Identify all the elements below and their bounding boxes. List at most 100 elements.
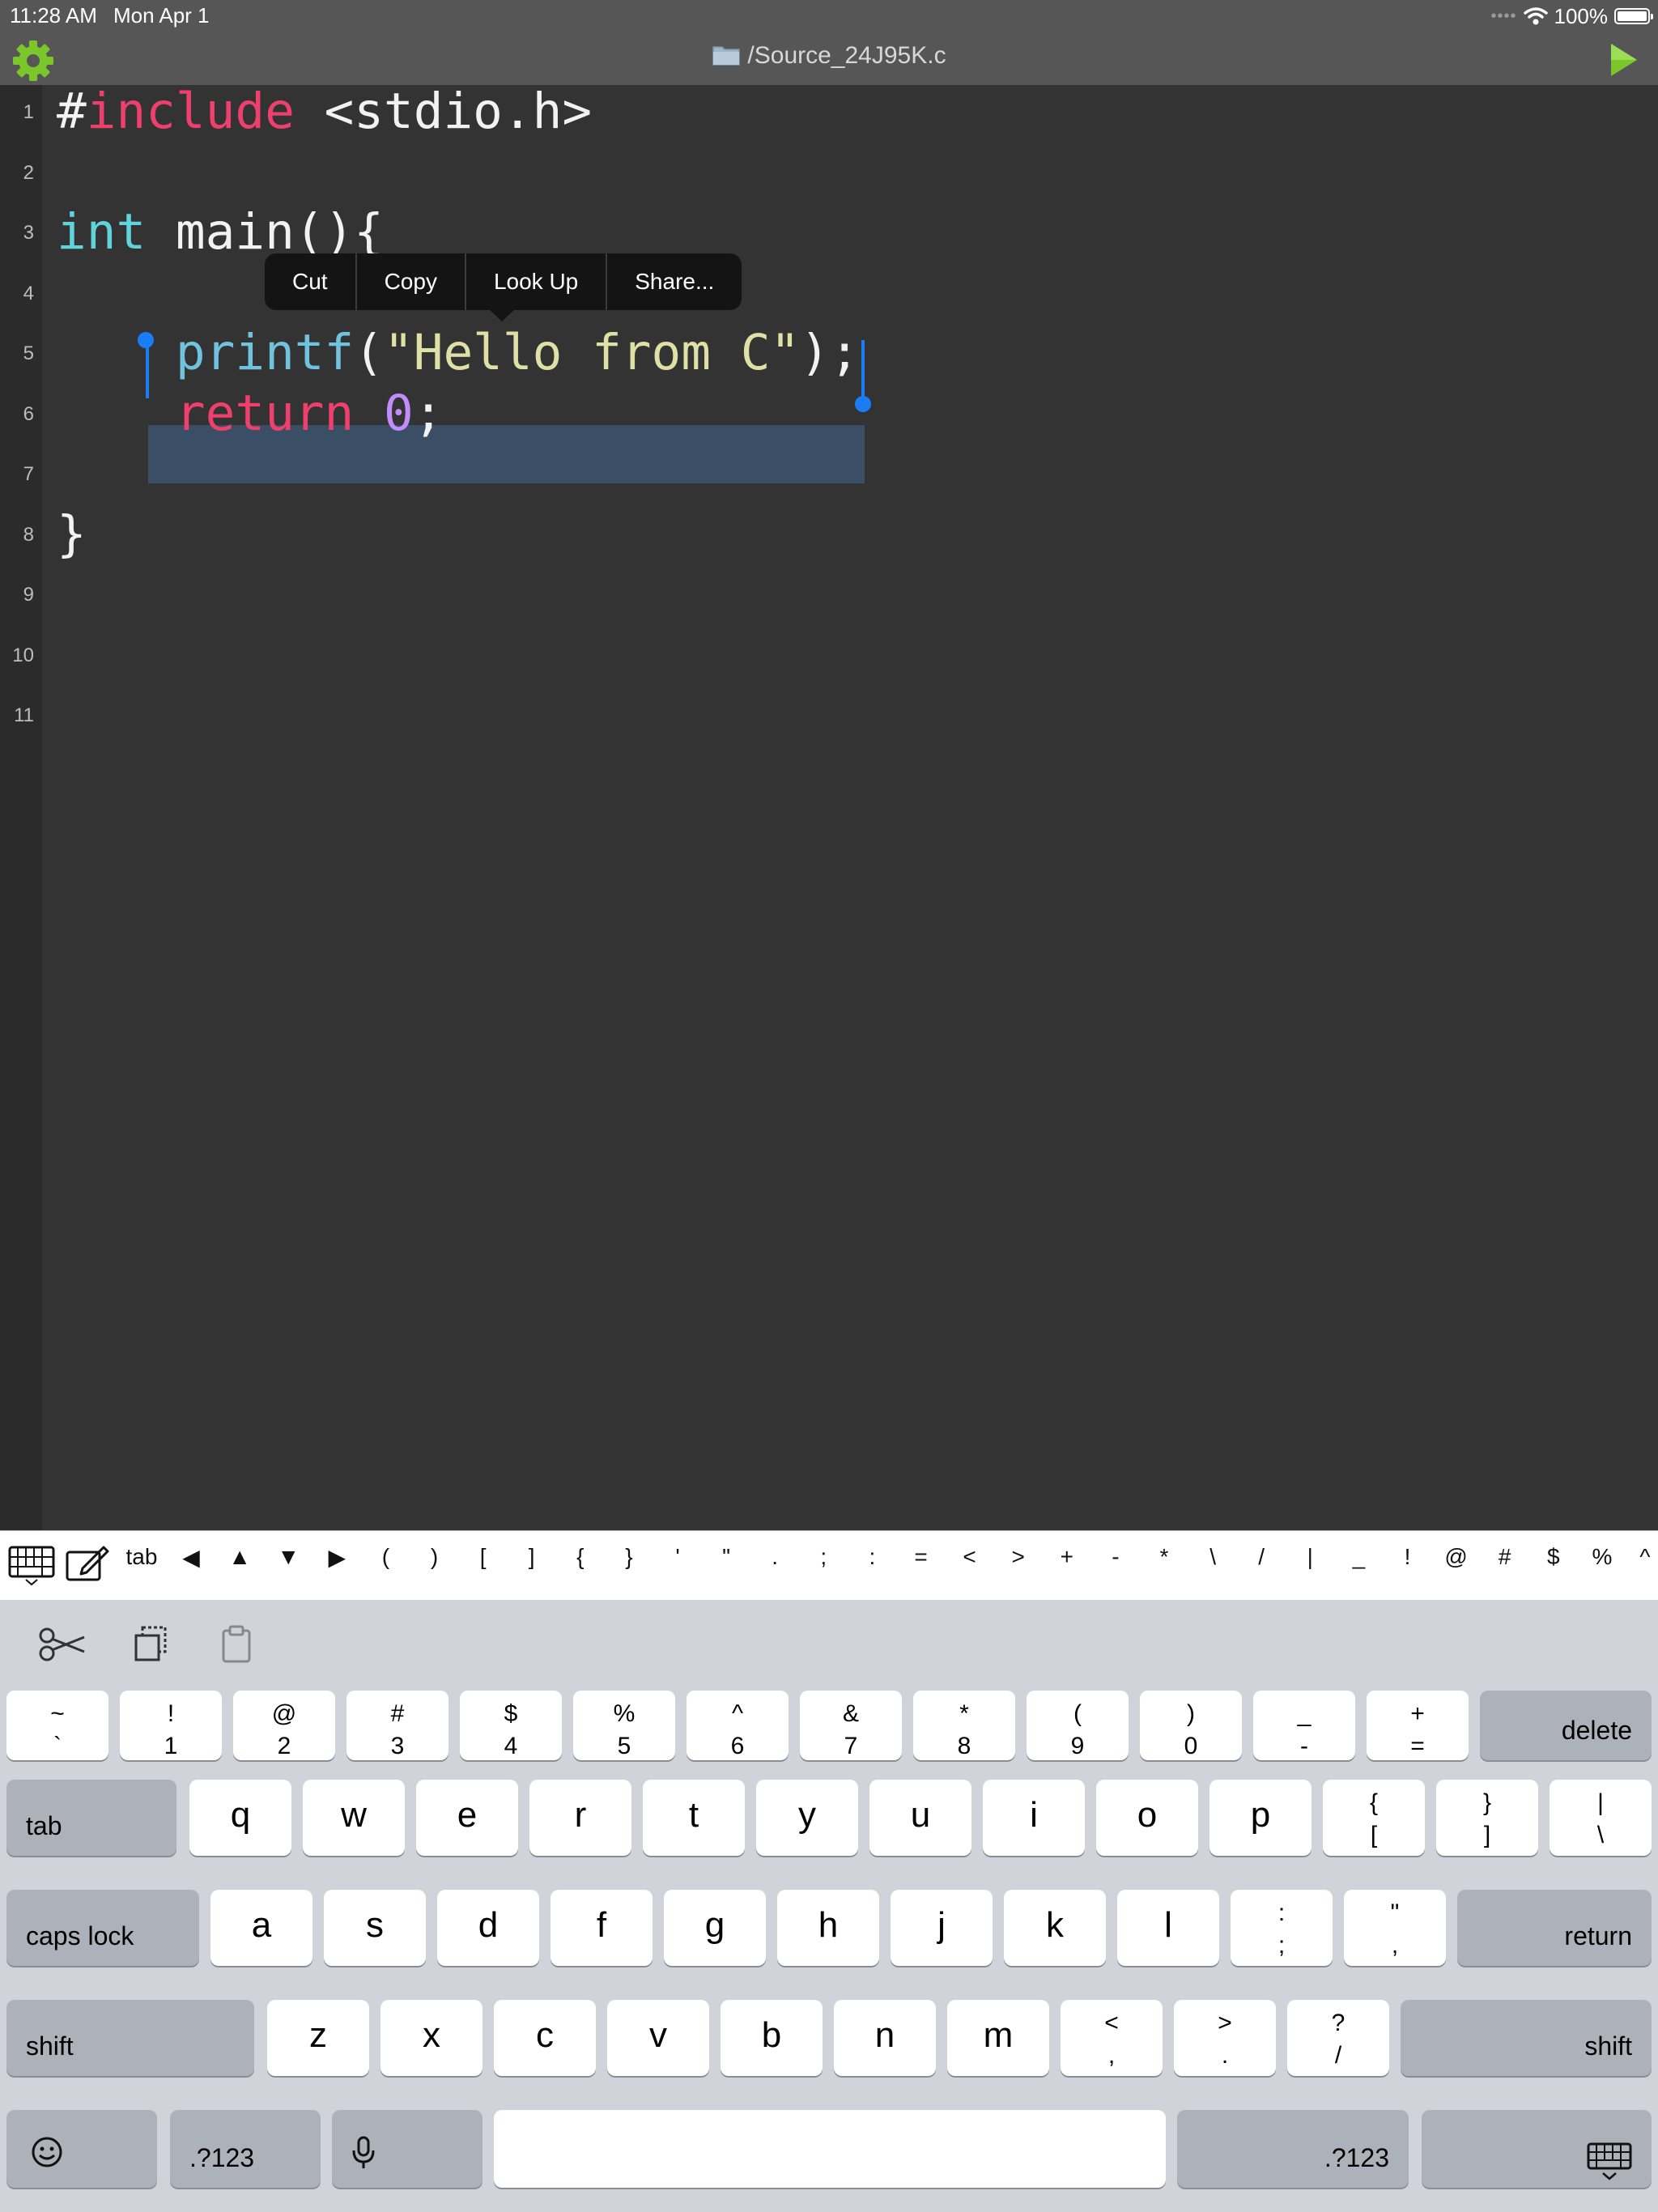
accessory-key[interactable]: ▲ — [223, 1544, 256, 1570]
accessory-key[interactable]: * — [1148, 1544, 1180, 1570]
key-number[interactable]: (9 — [1027, 1691, 1129, 1760]
key-number[interactable]: #3 — [346, 1691, 449, 1760]
keyboard-icon[interactable] — [8, 1546, 55, 1586]
key-number[interactable]: * 8 — [913, 1691, 1015, 1760]
numbers-key[interactable]: .?123 — [170, 2110, 321, 2188]
key-a[interactable]: a — [210, 1890, 312, 1966]
accessory-key[interactable]: { — [564, 1544, 597, 1570]
key-symbol[interactable]: :; — [1231, 1890, 1333, 1966]
key-number[interactable]: % 5 — [573, 1691, 675, 1760]
accessory-key[interactable]: @ — [1440, 1544, 1473, 1570]
tab-key[interactable]: tab — [6, 1780, 176, 1856]
selection-end-caret[interactable] — [861, 340, 865, 398]
dismiss-keyboard-key[interactable] — [1422, 2110, 1652, 2188]
accessory-key[interactable]: / — [1245, 1544, 1278, 1570]
accessory-key[interactable]: ▶ — [321, 1544, 353, 1571]
accessory-key[interactable]: : — [856, 1544, 888, 1570]
code-editor[interactable]: #include <stdio.h> int main(){ printf("He… — [0, 83, 1658, 1530]
key-k[interactable]: k — [1004, 1890, 1106, 1966]
context-menu-cut[interactable]: Cut — [265, 253, 355, 310]
context-menu-copy[interactable]: Copy — [355, 253, 465, 310]
key-x[interactable]: x — [380, 2000, 483, 2076]
file-title[interactable]: /Source_24J95K.c — [0, 42, 1658, 70]
accessory-key[interactable]: ▼ — [272, 1544, 304, 1570]
accessory-key[interactable]: ' — [661, 1544, 694, 1570]
key-symbol[interactable]: }] — [1436, 1780, 1538, 1856]
key-symbol[interactable]: | \ — [1550, 1780, 1652, 1856]
key-number[interactable]: ) 0 — [1140, 1691, 1242, 1760]
accessory-key[interactable]: ( — [369, 1544, 402, 1570]
emoji-key[interactable] — [6, 2110, 157, 2188]
key-symbol[interactable]: {[ — [1323, 1780, 1425, 1856]
key-symbol[interactable]: ? / — [1287, 2000, 1389, 2076]
compose-icon[interactable] — [65, 1544, 110, 1583]
key-number[interactable]: ^ 6 — [687, 1691, 789, 1760]
accessory-key[interactable]: ^ — [1629, 1544, 1658, 1570]
key-g[interactable]: g — [664, 1890, 766, 1966]
key-c[interactable]: c — [494, 2000, 596, 2076]
accessory-key[interactable]: $ — [1537, 1544, 1570, 1570]
key-number[interactable]: & 7 — [800, 1691, 902, 1760]
key-z[interactable]: z — [267, 2000, 369, 2076]
accessory-key[interactable]: ) — [419, 1544, 451, 1570]
delete-key[interactable]: delete — [1480, 1691, 1652, 1760]
accessory-key[interactable]: + — [1051, 1544, 1083, 1570]
key-e[interactable]: e — [416, 1780, 518, 1856]
key-i[interactable]: i — [983, 1780, 1085, 1856]
key-q[interactable]: q — [189, 1780, 291, 1856]
key-d[interactable]: d — [437, 1890, 539, 1966]
accessory-key[interactable]: tab — [117, 1544, 166, 1570]
key-number[interactable]: + = — [1367, 1691, 1469, 1760]
accessory-key[interactable]: > — [1002, 1544, 1035, 1570]
accessory-key[interactable]: # — [1489, 1544, 1521, 1570]
accessory-key[interactable]: = — [905, 1544, 937, 1570]
key-number[interactable]: $4 — [460, 1691, 562, 1760]
return-key[interactable]: return — [1457, 1890, 1652, 1966]
key-symbol[interactable]: ", — [1344, 1890, 1446, 1966]
key-w[interactable]: w — [303, 1780, 405, 1856]
paste-icon[interactable] — [220, 1624, 253, 1665]
key-s[interactable]: s — [324, 1890, 426, 1966]
key-number[interactable]: ! 1 — [120, 1691, 222, 1760]
key-b[interactable]: b — [721, 2000, 823, 2076]
key-j[interactable]: j — [891, 1890, 993, 1966]
accessory-key[interactable]: \ — [1197, 1544, 1229, 1570]
accessory-key[interactable]: _ — [1342, 1544, 1375, 1570]
dictation-key[interactable] — [332, 2110, 483, 2188]
right-shift-key[interactable]: shift — [1401, 2000, 1652, 2076]
accessory-key[interactable]: % — [1586, 1544, 1618, 1570]
key-o[interactable]: o — [1096, 1780, 1198, 1856]
accessory-key[interactable]: [ — [467, 1544, 500, 1570]
accessory-key[interactable]: ] — [516, 1544, 548, 1570]
accessory-key[interactable]: ; — [807, 1544, 840, 1570]
accessory-key[interactable]: . — [759, 1544, 791, 1570]
accessory-key[interactable]: ◀ — [175, 1544, 207, 1571]
scissors-icon[interactable] — [37, 1624, 87, 1665]
accessory-key[interactable]: - — [1099, 1544, 1132, 1570]
selection-start-handle[interactable] — [138, 332, 154, 348]
key-number[interactable]: _ - — [1253, 1691, 1355, 1760]
key-h[interactable]: h — [777, 1890, 879, 1966]
space-bar[interactable] — [494, 2110, 1166, 2188]
left-shift-key[interactable]: shift — [6, 2000, 254, 2076]
play-icon[interactable] — [1608, 40, 1640, 79]
context-menu-look-up[interactable]: Look Up — [464, 253, 606, 310]
selection-end-handle[interactable] — [855, 396, 871, 412]
numbers-key-right[interactable]: .?123 — [1177, 2110, 1409, 2188]
key-r[interactable]: r — [529, 1780, 631, 1856]
caps-lock-key[interactable]: caps lock — [6, 1890, 199, 1966]
key-f[interactable]: f — [551, 1890, 653, 1966]
key-l[interactable]: l — [1117, 1890, 1219, 1966]
key-n[interactable]: n — [834, 2000, 936, 2076]
key-number[interactable]: @2 — [233, 1691, 335, 1760]
accessory-key[interactable]: " — [710, 1544, 742, 1570]
selection-start-caret[interactable] — [146, 340, 149, 398]
accessory-key[interactable]: | — [1294, 1544, 1326, 1570]
key-t[interactable]: t — [643, 1780, 745, 1856]
key-m[interactable]: m — [947, 2000, 1049, 2076]
key-number[interactable]: ~ ` — [6, 1691, 108, 1760]
key-v[interactable]: v — [607, 2000, 709, 2076]
copy-icon[interactable] — [133, 1624, 168, 1665]
context-menu-share[interactable]: Share... — [606, 253, 742, 310]
key-symbol[interactable]: <, — [1061, 2000, 1163, 2076]
